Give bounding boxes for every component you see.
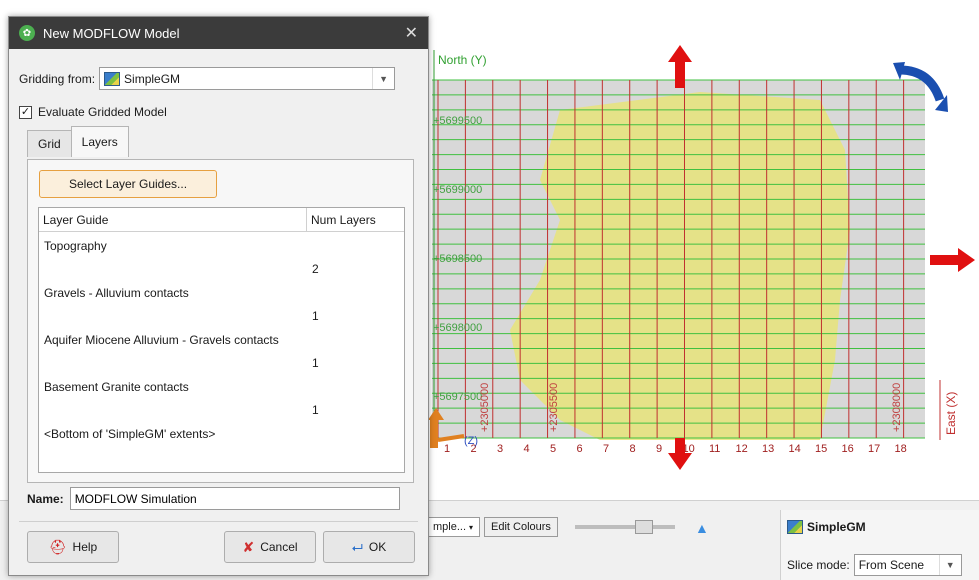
easting-tick-label: +2308000 [891,383,903,432]
sample-combo-value: mple... [433,521,467,533]
northing-tick-label: +5699000 [433,184,482,196]
chevron-down-icon: ▼ [372,68,394,89]
num-layers-cell[interactable]: 2 [312,262,319,276]
divider [19,521,418,522]
slice-mode-label: Slice mode: [787,558,850,572]
column-number: 8 [630,443,636,455]
north-axis-label: North (Y) [438,53,487,67]
cancel-label: Cancel [260,540,298,554]
column-number: 14 [789,443,801,455]
num-layers-cell[interactable]: 1 [312,356,319,370]
enter-icon: ⮠ [351,538,363,555]
table-row[interactable]: <Bottom of 'SimpleGM' extents> [39,420,404,467]
gridding-from-row: Gridding from: SimpleGM ▼ [19,67,396,90]
tab-grid-label: Grid [38,137,61,151]
column-number: 5 [550,443,556,455]
num-layers-cell[interactable]: 1 [312,403,319,417]
edit-colours-button[interactable]: Edit Colours [484,517,558,537]
column-number: 15 [815,443,827,455]
slice-mode-value: From Scene [858,558,925,572]
column-number: 17 [868,443,880,455]
layers-panel: Select Layer Guides... Layer Guide Num L… [27,159,414,483]
layer-guide-cell: <Bottom of 'SimpleGM' extents> [44,427,216,441]
triangle-icon[interactable]: ▲ [695,520,709,536]
tab-grid[interactable]: Grid [27,130,72,157]
layer-guide-table: Layer Guide Num Layers Topography 2 Grav… [38,207,405,473]
east-axis-label: East (X) [944,392,958,435]
chevron-down-icon: ▼ [938,555,961,575]
gridding-from-value: SimpleGM [124,71,181,86]
num-layers-cell[interactable]: 1 [312,309,319,323]
select-layer-guides-button[interactable]: Select Layer Guides... [39,170,217,198]
cancel-button[interactable]: ✘ Cancel [224,531,316,563]
column-number: 9 [656,443,662,455]
table-row[interactable]: Basement Granite contacts 1 [39,373,404,420]
tab-bar: Grid Layers [27,126,129,157]
column-number: 11 [709,443,720,455]
column-number: 4 [524,443,530,455]
layer-guide-cell: Topography [44,239,107,253]
gridding-from-label: Gridding from: [19,71,96,86]
table-row[interactable]: Gravels - Alluvium contacts 1 [39,279,404,326]
ok-label: OK [368,540,387,554]
geomodel-icon [787,520,803,534]
help-label: Help [72,540,98,554]
layer-guide-cell: Gravels - Alluvium contacts [44,286,189,300]
column-number: 16 [842,443,854,455]
z-axis-label: (Z) [464,435,478,447]
northing-tick-label: +5698000 [433,322,482,334]
column-number: 1 [444,443,450,455]
help-button[interactable]: ⛑ Help [27,531,119,563]
northing-tick-label: +5699500 [433,115,482,127]
close-icon[interactable]: ✕ [405,23,418,43]
column-number: 6 [577,443,583,455]
properties-panel: SimpleGM Slice mode: From Scene ▼ [780,510,979,580]
leapfrog-icon: ✿ [19,25,35,41]
name-input[interactable] [69,487,400,510]
column-number: 12 [736,443,748,455]
tab-layers[interactable]: Layers [70,126,129,157]
table-row[interactable]: Aquifer Miocene Alluvium - Gravels conta… [39,326,404,373]
geomodel-icon [104,71,121,86]
column-number: 18 [895,443,907,455]
column-header-num-layers[interactable]: Num Layers [307,208,376,231]
table-row[interactable]: Topography 2 [39,232,404,279]
slider-handle[interactable] [635,520,653,534]
opacity-slider[interactable] [575,520,675,534]
column-header-layer-guide[interactable]: Layer Guide [39,208,307,231]
easting-tick-label: +2305500 [548,383,560,432]
column-number: 3 [497,443,503,455]
chevron-down-icon: ▾ [469,522,474,532]
dialog-title: New MODFLOW Model [43,25,180,41]
gridding-from-select[interactable]: SimpleGM ▼ [99,67,396,90]
geology-surface [510,92,850,440]
layer-guide-cell: Basement Granite contacts [44,380,189,394]
ok-button[interactable]: ⮠ OK [323,531,415,563]
help-icon: ⛑ [48,538,67,555]
evaluate-checkbox[interactable]: ✓ [19,105,32,119]
northing-tick-label: +5698500 [433,253,482,265]
name-row: Name: [27,487,400,510]
slice-mode-select[interactable]: From Scene ▼ [853,554,962,576]
table-header: Layer Guide Num Layers [39,208,404,232]
northing-tick-label: +5697500 [433,391,482,403]
evaluate-label: Evaluate Gridded Model [38,105,167,119]
new-modflow-dialog: ✿ New MODFLOW Model ✕ Gridding from: Sim… [8,16,429,576]
layer-guide-cell: Aquifer Miocene Alluvium - Gravels conta… [44,333,279,347]
sample-combo[interactable]: mple... ▾ [428,517,480,537]
column-number: 13 [762,443,774,455]
easting-tick-label: +2305000 [479,383,491,432]
name-label: Name: [27,491,64,506]
panel-title: SimpleGM [807,520,866,534]
cancel-icon: ✘ [242,538,255,555]
tab-layers-label: Layers [81,135,118,149]
dialog-titlebar: ✿ New MODFLOW Model ✕ [9,17,428,49]
move-right-arrow-icon[interactable] [930,248,975,272]
evaluate-row[interactable]: ✓ Evaluate Gridded Model [19,105,167,119]
column-number: 7 [603,443,609,455]
